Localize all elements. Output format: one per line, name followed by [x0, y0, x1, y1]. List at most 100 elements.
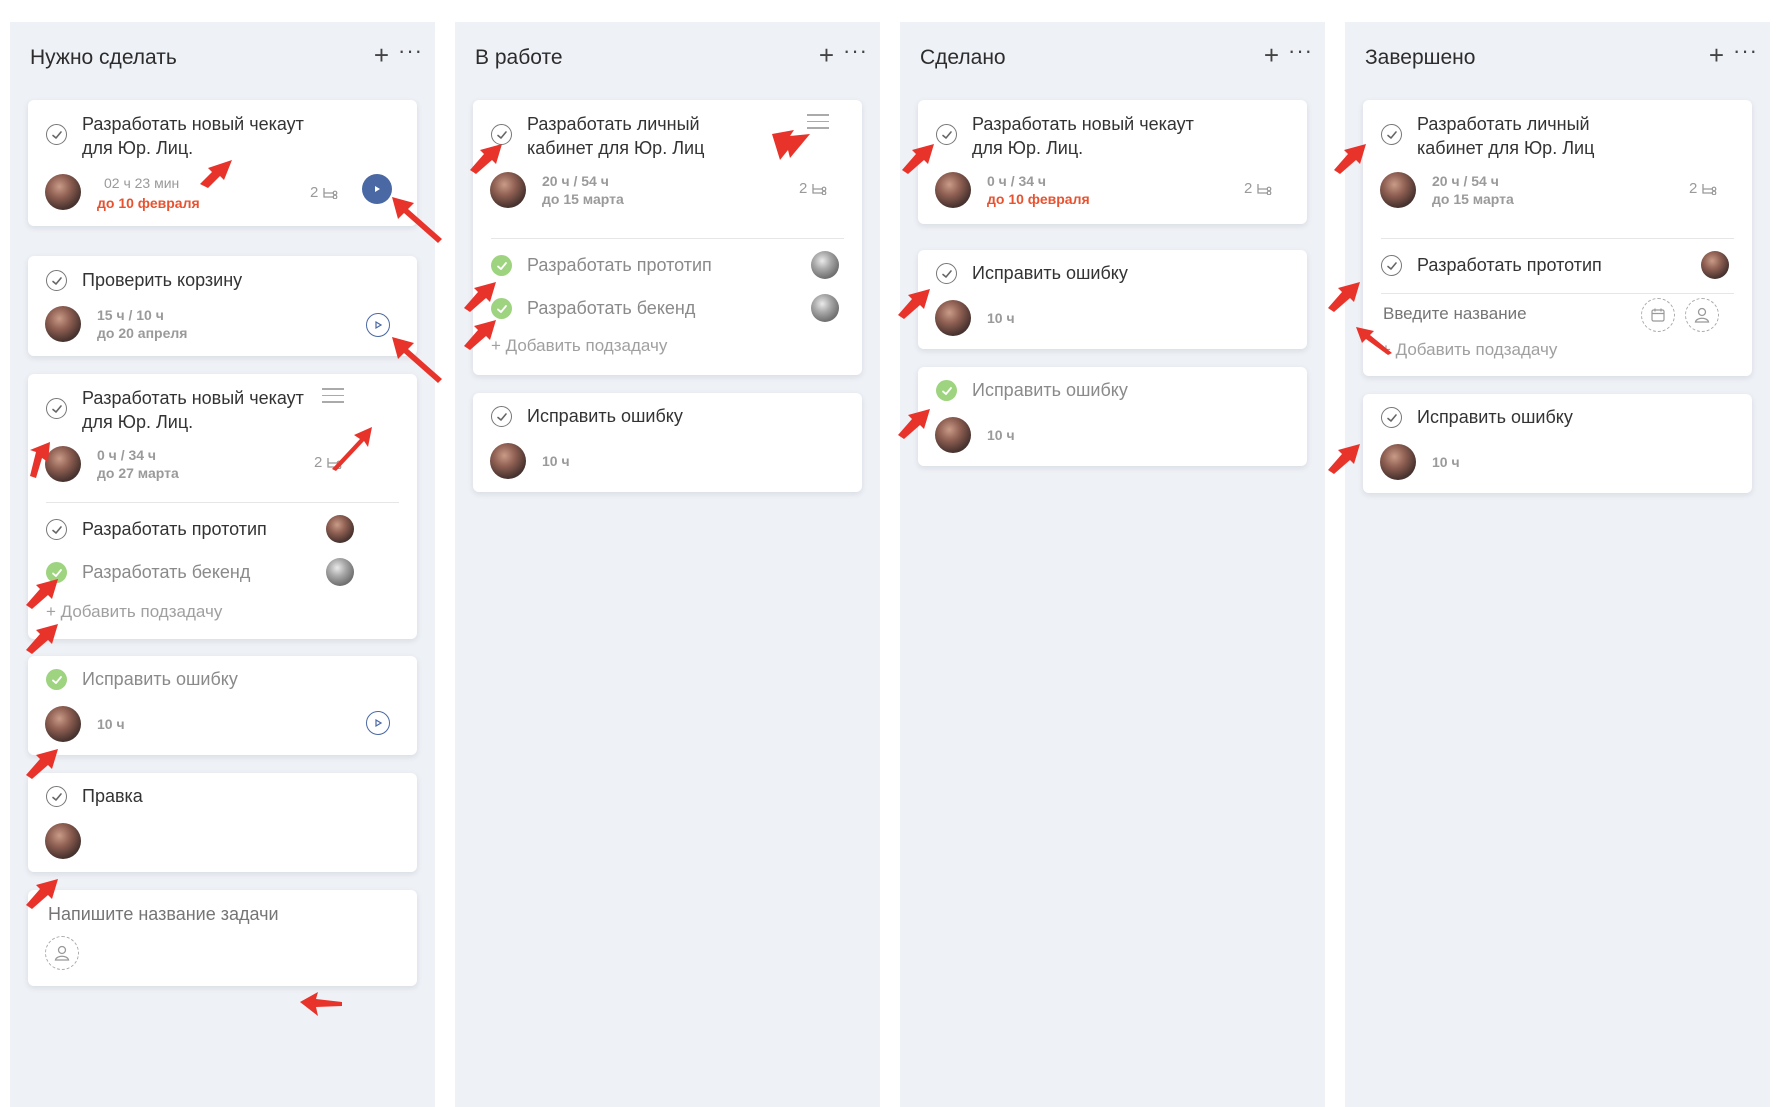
calendar-icon [1651, 308, 1665, 322]
complete-checkbox[interactable] [46, 124, 67, 145]
check-icon [941, 268, 953, 280]
subtask-avatar[interactable] [326, 515, 354, 543]
add-task-button[interactable]: + [819, 42, 834, 68]
task-card-with-subtasks[interactable]: Разработать личный кабинет для Юр. Лиц 2… [473, 100, 862, 375]
time-estimate: 20 ч / 54 ч [1432, 173, 1499, 189]
avatar[interactable] [935, 300, 971, 336]
new-task-input[interactable] [48, 904, 348, 925]
column-header: Сделано + ··· [900, 22, 1325, 98]
add-task-button[interactable]: + [374, 42, 389, 68]
check-icon [51, 275, 63, 287]
subtask-title[interactable]: Разработать прототип [1417, 253, 1602, 277]
avatar[interactable] [45, 446, 81, 482]
complete-checkbox[interactable] [1381, 124, 1402, 145]
divider [46, 502, 399, 503]
check-icon [1386, 129, 1398, 141]
assign-user-button[interactable] [45, 936, 79, 970]
avatar[interactable] [45, 306, 81, 342]
subtask-avatar[interactable] [1701, 251, 1729, 279]
task-card[interactable]: Правка [28, 773, 417, 872]
add-subtask-link[interactable]: + Добавить подзадачу [1381, 340, 1557, 360]
due-date: до 27 марта [97, 465, 179, 481]
complete-checkbox[interactable] [46, 398, 67, 419]
set-due-date-button[interactable] [1641, 298, 1675, 332]
avatar[interactable] [490, 172, 526, 208]
add-task-button[interactable]: + [1264, 42, 1279, 68]
subtask-checkbox-done[interactable] [46, 562, 67, 583]
add-task-button[interactable]: + [1709, 42, 1724, 68]
complete-checkbox[interactable] [491, 406, 512, 427]
timer-play-button[interactable] [366, 313, 390, 337]
drag-handle-icon[interactable] [322, 388, 344, 404]
complete-checkbox[interactable] [936, 263, 957, 284]
new-subtask-input[interactable] [1383, 304, 1603, 324]
column-menu-button[interactable]: ··· [1733, 38, 1758, 64]
task-card[interactable]: Исправить ошибку 10 ч [918, 367, 1307, 466]
subtask-title[interactable]: Разработать прототип [82, 517, 267, 541]
subtask-avatar[interactable] [811, 251, 839, 279]
subtask-title[interactable]: Разработать бекенд [82, 560, 250, 584]
task-card[interactable]: Разработать новый чекаут для Юр. Лиц. 0 … [918, 100, 1307, 224]
complete-checkbox[interactable] [46, 786, 67, 807]
subtask-checkbox-done[interactable] [491, 255, 512, 276]
timer-play-button[interactable] [362, 174, 392, 204]
task-card[interactable]: Исправить ошибку 10 ч [28, 656, 417, 755]
subtasks-icon [1701, 183, 1717, 195]
avatar[interactable] [490, 443, 526, 479]
subtask-avatar[interactable] [811, 294, 839, 322]
column-menu-button[interactable]: ··· [1288, 38, 1313, 64]
column-menu-button[interactable]: ··· [398, 38, 423, 64]
assign-user-button[interactable] [1685, 298, 1719, 332]
subtask-count: 2 [314, 454, 342, 471]
divider [491, 238, 844, 239]
task-card[interactable]: Проверить корзину 15 ч / 10 ч до 20 апре… [28, 256, 417, 356]
subtask-checkbox[interactable] [46, 519, 67, 540]
task-card[interactable]: Исправить ошибку 10 ч [1363, 394, 1752, 493]
subtask-title[interactable]: Разработать бекенд [527, 296, 695, 320]
complete-checkbox-done[interactable] [46, 669, 67, 690]
play-icon [375, 718, 383, 728]
subtask-avatar[interactable] [326, 558, 354, 586]
subtask-title[interactable]: Разработать прототип [527, 253, 712, 277]
avatar[interactable] [1380, 444, 1416, 480]
task-title: Разработать новый чекаут [82, 388, 304, 408]
new-task-card[interactable] [28, 890, 417, 986]
subtask-checkbox-done[interactable] [491, 298, 512, 319]
add-subtask-link[interactable]: + Добавить подзадачу [491, 336, 667, 356]
avatar[interactable] [1380, 172, 1416, 208]
avatar[interactable] [45, 823, 81, 859]
avatar[interactable] [935, 417, 971, 453]
task-title-line2: для Юр. Лиц. [972, 138, 1084, 158]
subtask-count-value: 2 [1689, 180, 1698, 197]
avatar[interactable] [45, 706, 81, 742]
time-estimate: 0 ч / 34 ч [97, 447, 157, 463]
timer-play-button[interactable] [366, 711, 390, 735]
add-subtask-link[interactable]: + Добавить подзадачу [46, 602, 222, 622]
column-menu-button[interactable]: ··· [843, 38, 868, 64]
subtasks-icon [811, 183, 827, 195]
column-header: Завершено + ··· [1345, 22, 1770, 98]
avatar[interactable] [45, 174, 81, 210]
complete-checkbox[interactable] [936, 124, 957, 145]
check-icon [1386, 412, 1398, 424]
time-estimate: 20 ч / 54 ч [542, 173, 609, 189]
time-estimate: 10 ч [97, 716, 125, 732]
task-card-with-subtasks[interactable]: Разработать новый чекаут для Юр. Лиц. 0 … [28, 374, 417, 639]
complete-checkbox[interactable] [491, 124, 512, 145]
subtask-checkbox[interactable] [1381, 255, 1402, 276]
complete-checkbox[interactable] [1381, 407, 1402, 428]
task-card[interactable]: Исправить ошибку 10 ч [918, 250, 1307, 349]
check-icon [941, 385, 953, 397]
task-card[interactable]: Исправить ошибку 10 ч [473, 393, 862, 492]
subtask-count-value: 2 [314, 454, 323, 471]
task-title-line2: кабинет для Юр. Лиц [1417, 138, 1595, 158]
drag-handle-icon[interactable] [807, 114, 829, 130]
complete-checkbox-done[interactable] [936, 380, 957, 401]
task-card-with-subtasks[interactable]: Разработать личный кабинет для Юр. Лиц 2… [1363, 100, 1752, 376]
avatar[interactable] [935, 172, 971, 208]
task-card[interactable]: Разработать новый чекаут для Юр. Лиц. 02… [28, 100, 417, 226]
complete-checkbox[interactable] [46, 270, 67, 291]
check-icon [496, 303, 508, 315]
subtask-count-value: 2 [799, 180, 808, 197]
column-header: В работе + ··· [455, 22, 880, 98]
